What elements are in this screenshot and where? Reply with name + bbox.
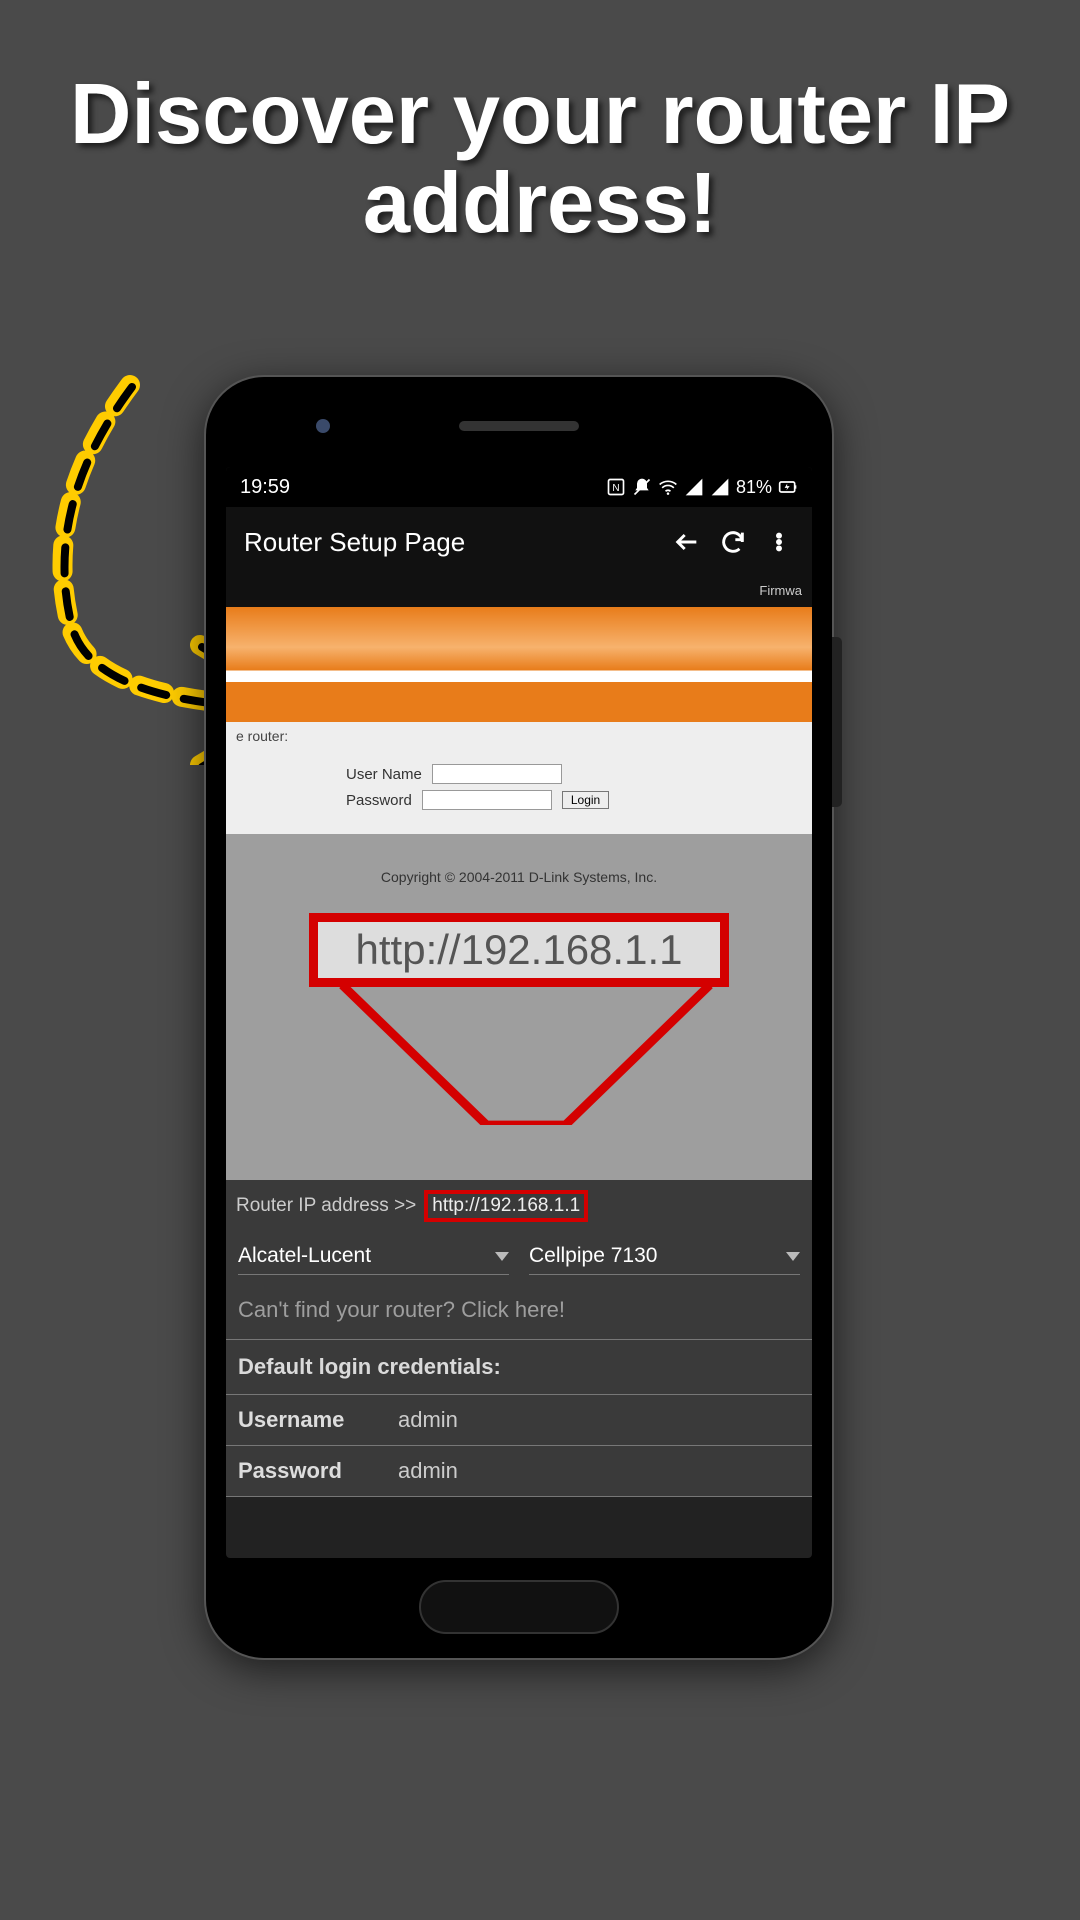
brand-dropdown[interactable]: Alcatel-Lucent: [238, 1238, 509, 1275]
copyright-text: Copyright © 2004-2011 D-Link Systems, In…: [226, 834, 812, 895]
credentials-heading: Default login credentials:: [226, 1340, 812, 1395]
router-banner: [226, 607, 812, 722]
app-header: Router Setup Page: [226, 507, 812, 577]
url-zoom-block: http://192.168.1.1: [226, 895, 812, 1180]
chevron-down-icon: [495, 1252, 509, 1261]
chevron-down-icon: [786, 1252, 800, 1261]
ip-address-row: Router IP address >> http://192.168.1.1: [226, 1180, 812, 1232]
ip-address-label: Router IP address >>: [236, 1195, 416, 1217]
credential-password-row: Password admin: [226, 1446, 812, 1497]
credential-password-label: Password: [238, 1458, 368, 1484]
password-input[interactable]: [422, 790, 552, 810]
username-input[interactable]: [432, 764, 562, 784]
credential-username-value: admin: [398, 1407, 458, 1433]
zoom-funnel-annotation: [316, 985, 736, 1125]
status-bar: 19:59 N 81%: [226, 467, 812, 507]
login-button[interactable]: Login: [562, 791, 609, 809]
phone-camera: [316, 419, 330, 433]
phone-side-button: [832, 637, 842, 807]
router-label: e router:: [226, 728, 288, 744]
firmware-label: Firmwa: [226, 577, 812, 607]
credential-password-value: admin: [398, 1458, 458, 1484]
model-dropdown-value: Cellpipe 7130: [529, 1244, 657, 1268]
status-time: 19:59: [240, 476, 290, 499]
promo-headline: Discover your router IP address!: [0, 70, 1080, 249]
brand-dropdown-value: Alcatel-Lucent: [238, 1244, 371, 1268]
phone-speaker: [459, 421, 579, 431]
dropdown-row: Alcatel-Lucent Cellpipe 7130: [226, 1232, 812, 1283]
app-title: Router Setup Page: [244, 527, 656, 558]
router-webview[interactable]: Firmwa e router: User Name Password Logi…: [226, 577, 812, 1180]
mute-bell-icon: [632, 477, 652, 497]
zoomed-url: http://192.168.1.1: [309, 913, 729, 987]
login-form: User Name Password Login: [226, 756, 812, 834]
screen: 19:59 N 81% Router Setup Page: [226, 467, 812, 1558]
model-dropdown[interactable]: Cellpipe 7130: [529, 1238, 800, 1275]
credential-username-label: Username: [238, 1407, 368, 1433]
phone-frame: 19:59 N 81% Router Setup Page: [204, 375, 834, 1660]
overflow-menu-button[interactable]: [764, 527, 794, 557]
signal-icon: [684, 477, 704, 497]
username-label: User Name: [346, 766, 422, 783]
battery-charging-icon: [778, 477, 798, 497]
wifi-icon: [658, 477, 678, 497]
battery-percent: 81%: [736, 477, 772, 498]
refresh-button[interactable]: [718, 527, 748, 557]
password-label: Password: [346, 792, 412, 809]
home-button[interactable]: [419, 1580, 619, 1634]
help-link[interactable]: Can't find your router? Click here!: [226, 1283, 812, 1340]
credential-username-row: Username admin: [226, 1395, 812, 1446]
svg-text:N: N: [612, 483, 619, 494]
ip-address-value: http://192.168.1.1: [424, 1190, 588, 1222]
signal2-icon: [710, 477, 730, 497]
back-button[interactable]: [672, 527, 702, 557]
nfc-icon: N: [606, 477, 626, 497]
